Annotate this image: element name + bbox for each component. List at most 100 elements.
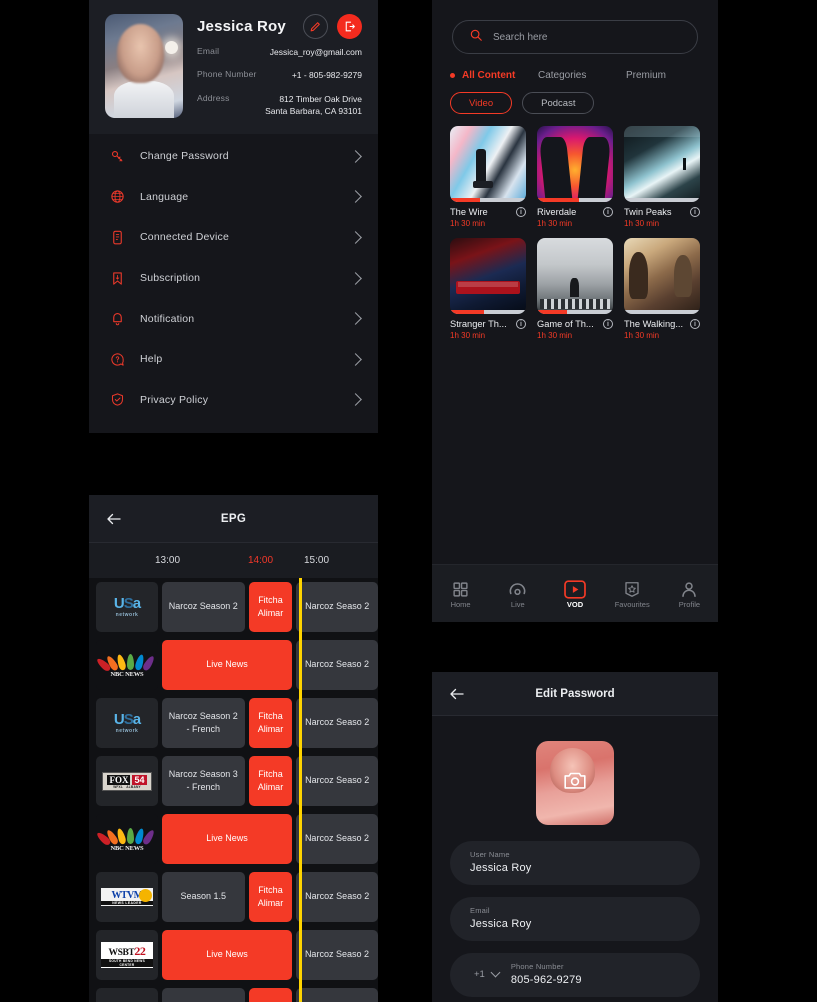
nav-item-live[interactable]: Live (489, 578, 546, 609)
nav-item-favourites[interactable]: Favourites (604, 578, 661, 609)
epg-program[interactable]: Narcoz Seaso 2 (296, 582, 378, 632)
camera-icon (563, 771, 587, 796)
the-wire-poster[interactable] (450, 126, 526, 202)
card-duration: 1h 30 min (450, 219, 486, 228)
photo-wrap (432, 716, 718, 825)
info-icon[interactable]: i (603, 207, 613, 217)
epg-timebar: 13:00 14:00 15:00 (89, 543, 378, 578)
email-field[interactable]: Email Jessica Roy (450, 897, 700, 941)
epg-row: FOX 54 WFXL ALBANY Narcoz Season 3 - Fren… (89, 752, 378, 810)
channel-logo (96, 988, 158, 1002)
content-card[interactable]: Game of Th... i 1h 30 min (537, 238, 613, 340)
menu-item-help[interactable]: Help (89, 339, 378, 380)
epg-program[interactable] (162, 988, 245, 1002)
card-title: Twin Peaks (624, 207, 672, 217)
content-card[interactable]: Twin Peaks i 1h 30 min (624, 126, 700, 228)
menu-item-label: Help (140, 353, 163, 366)
epg-program[interactable]: Narcoz Seaso 2 (295, 640, 378, 690)
epg-program[interactable]: Fitcha Alimar (248, 582, 293, 632)
epg-program[interactable]: Narcoz Seaso 2 (295, 814, 378, 864)
edit-profile-button[interactable] (303, 14, 328, 39)
menu-item-label: Subscription (140, 272, 201, 285)
epg-program[interactable]: Live News (162, 640, 292, 690)
menu-item-change-password[interactable]: Change Password (89, 136, 378, 177)
country-code-value: +1 (474, 968, 485, 980)
riverdale-poster[interactable] (537, 126, 613, 202)
field-label: Email (197, 46, 220, 56)
usa-network-logo: USa network (96, 698, 158, 748)
epg-program[interactable] (296, 988, 378, 1002)
info-icon[interactable]: i (690, 207, 700, 217)
epg-program[interactable]: Narcoz Seaso 2 (296, 756, 378, 806)
logout-button[interactable] (337, 14, 362, 39)
star-badge-icon (604, 578, 661, 600)
bookmark-icon (109, 270, 126, 287)
epg-program[interactable]: Narcoz Season 2 (162, 582, 245, 632)
usa-network-logo: USa network (96, 582, 158, 632)
field-value: +1 - 805-982-9279 (291, 70, 362, 81)
card-duration: 1h 30 min (624, 331, 660, 340)
info-icon[interactable]: i (516, 207, 526, 217)
search-input[interactable]: Search here (452, 20, 698, 54)
chip-podcast[interactable]: Podcast (522, 92, 595, 114)
info-icon[interactable]: i (516, 319, 526, 329)
epg-panel: EPG 13:00 14:00 15:00 USa network Narcoz … (89, 495, 378, 1002)
epg-program[interactable]: Live News (162, 930, 292, 980)
profile-photo-upload[interactable] (536, 741, 614, 825)
bell-icon (109, 310, 126, 327)
card-title: The Wire (450, 207, 488, 217)
menu-item-connected-device[interactable]: Connected Device (89, 217, 378, 258)
nav-label: Profile (678, 600, 701, 609)
user-name-field[interactable]: User Name Jessica Roy (450, 841, 700, 885)
menu-item-privacy-policy[interactable]: Privacy Policy (89, 380, 378, 421)
profile-card: Jessica Roy Email Jessica_roy@gmail.com … (89, 0, 378, 134)
epg-row: USa network Narcoz Season 2 - French Fitc… (89, 694, 378, 752)
tab-premium[interactable]: Premium (626, 70, 666, 81)
menu-item-language[interactable]: Language (89, 177, 378, 218)
profile-field-email: Email Jessica_roy@gmail.com (197, 46, 362, 58)
epg-program[interactable] (248, 988, 293, 1002)
menu-item-label: Privacy Policy (140, 393, 209, 406)
field-value: Jessica_roy@gmail.com (269, 47, 362, 57)
epg-program[interactable]: Narcoz Season 2 - French (162, 698, 245, 748)
stranger-things-poster[interactable] (450, 238, 526, 314)
tab-all-content[interactable]: All Content (450, 70, 538, 81)
edit-password-panel: Edit Password User Name Jessica Roy Emai… (432, 672, 718, 1002)
chip-video[interactable]: Video (450, 92, 513, 114)
epg-program[interactable]: Live News (162, 814, 292, 864)
epg-program[interactable]: Narcoz Seaso 2 (296, 698, 378, 748)
time-tick-1300: 13:00 (155, 555, 181, 566)
epg-program[interactable]: Narcoz Season 3 - French (162, 756, 245, 806)
epg-program[interactable]: Fitcha Alimar (248, 698, 293, 748)
menu-item-subscription[interactable]: Subscription (89, 258, 378, 299)
epg-program[interactable]: Fitcha Alimar (248, 872, 293, 922)
chevron-right-icon (349, 231, 362, 244)
nav-item-home[interactable]: Home (432, 578, 489, 609)
info-icon[interactable]: i (603, 319, 613, 329)
epg-program[interactable]: Narcoz Seaso 2 (296, 872, 378, 922)
tab-categories[interactable]: Categories (538, 70, 626, 81)
game-of-thrones-poster[interactable] (537, 238, 613, 314)
nav-item-profile[interactable]: Profile (661, 578, 718, 609)
nav-item-vod[interactable]: VOD (546, 578, 603, 609)
content-card[interactable]: The Wire i 1h 30 min (450, 126, 526, 228)
phone-number-field[interactable]: +1 Phone Number 805-962-9279 (450, 953, 700, 997)
wtvm-logo: WTVM NEWS LEADER (96, 872, 158, 922)
content-card[interactable]: Stranger Th... i 1h 30 min (450, 238, 526, 340)
epg-program[interactable]: Narcoz Seaso 2 (295, 930, 378, 980)
card-title: The Walking... (624, 319, 684, 329)
nav-label: Favourites (614, 600, 650, 609)
menu-item-label: Connected Device (140, 231, 229, 244)
content-card[interactable]: Riverdale i 1h 30 min (537, 126, 613, 228)
the-walking-dead-poster[interactable] (624, 238, 700, 314)
pencil-icon (310, 22, 320, 32)
info-icon[interactable]: i (690, 319, 700, 329)
menu-item-notification[interactable]: Notification (89, 298, 378, 339)
epg-row (89, 984, 378, 1002)
country-code-select[interactable]: +1 (470, 967, 501, 980)
profile-panel: Jessica Roy Email Jessica_roy@gmail.com … (89, 0, 378, 433)
content-card[interactable]: The Walking... i 1h 30 min (624, 238, 700, 340)
twin-peaks-poster[interactable] (624, 126, 700, 202)
epg-program[interactable]: Season 1.5 (162, 872, 245, 922)
epg-program[interactable]: Fitcha Alimar (248, 756, 293, 806)
